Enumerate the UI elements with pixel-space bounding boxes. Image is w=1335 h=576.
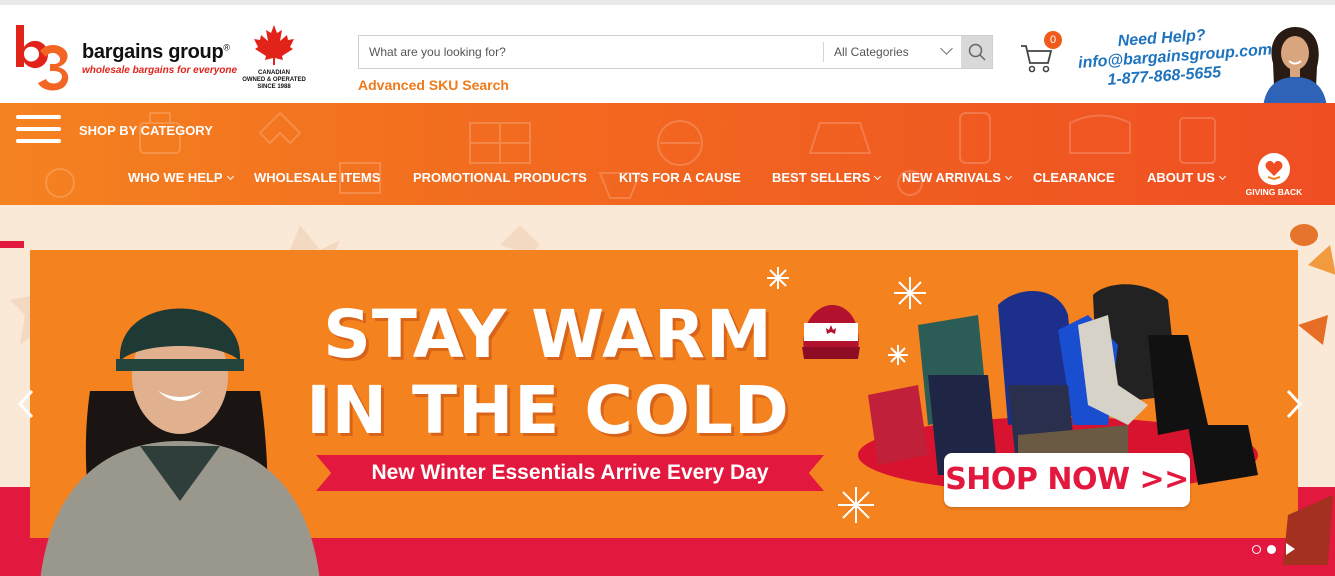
cart-count-badge: 0 — [1044, 31, 1062, 49]
brand-tagline: wholesale bargains for everyone — [82, 65, 238, 76]
chevron-down-icon — [1004, 172, 1012, 181]
help-contact: Need Help? info@bargainsgroup.com 1-877-… — [1076, 23, 1273, 92]
advanced-sku-search-link[interactable]: Advanced SKU Search — [358, 77, 509, 93]
giving-back-link[interactable]: GIVING BACK — [1240, 153, 1308, 197]
chevron-down-icon — [940, 42, 953, 55]
chevron-down-icon — [1218, 172, 1226, 181]
play-icon[interactable] — [1286, 543, 1295, 555]
nav-item-clearance[interactable]: CLEARANCE — [1033, 170, 1115, 185]
carousel-dot-2[interactable] — [1267, 544, 1276, 554]
search-input[interactable] — [359, 36, 821, 68]
category-select[interactable]: All Categories — [823, 42, 963, 62]
canada-badge-line-2: OWNED & OPERATED — [242, 77, 306, 83]
menu-hamburger-icon[interactable] — [16, 115, 61, 143]
nav-item-who-we-help[interactable]: WHO WE HELP — [128, 170, 234, 185]
chevron-down-icon — [874, 172, 882, 181]
nav-item-kits-for-a-cause[interactable]: KITS FOR A CAUSE — [619, 170, 741, 185]
nav-item-new-arrivals[interactable]: NEW ARRIVALS — [902, 170, 1012, 185]
nav-item-about-us[interactable]: ABOUT US — [1147, 170, 1226, 185]
support-agent-avatar — [1255, 23, 1333, 108]
search-button[interactable] — [961, 36, 992, 68]
hero-ribbon: New Winter Essentials Arrive Every Day — [316, 455, 824, 491]
main-navigation: SHOP BY CATEGORY WHO WE HELP WHOLESALE I… — [0, 103, 1335, 205]
carousel-next-button[interactable] — [1282, 387, 1306, 421]
search-icon — [968, 43, 986, 61]
canada-badge-line-3: SINCE 1988 — [257, 84, 291, 90]
brand-logo[interactable]: bargains group® wholesale bargains for e… — [10, 21, 240, 93]
chevron-left-icon — [17, 389, 34, 419]
carousel-dot-1[interactable] — [1252, 544, 1261, 554]
heart-hand-icon — [1258, 153, 1290, 185]
carousel-prev-button[interactable] — [14, 387, 38, 421]
canada-badge-line-1: CANADIAN — [258, 70, 290, 76]
nav-background-pattern — [45, 111, 1216, 199]
cart-button[interactable]: 0 — [1020, 31, 1064, 75]
carousel-indicators — [1252, 543, 1295, 555]
nav-item-best-sellers[interactable]: BEST SELLERS — [772, 170, 882, 185]
nav-item-wholesale-items[interactable]: WHOLESALE ITEMS — [254, 170, 380, 185]
chevron-down-icon — [226, 172, 234, 181]
maple-leaf-icon — [254, 25, 294, 65]
shop-by-category-link[interactable]: SHOP BY CATEGORY — [79, 123, 213, 138]
brand-name: bargains group® — [82, 41, 230, 63]
site-header: bargains group® wholesale bargains for e… — [0, 5, 1335, 108]
hero-carousel: STAY WARM IN THE COLD New Winter Essenti… — [0, 205, 1335, 576]
shop-now-button[interactable]: SHOP NOW >> — [944, 453, 1190, 507]
nav-item-promotional-products[interactable]: PROMOTIONAL PRODUCTS — [413, 170, 587, 185]
search-bar: All Categories — [358, 35, 993, 69]
bg-logo-icon — [16, 25, 69, 91]
category-select-value: All Categories — [834, 45, 909, 59]
chevron-right-icon — [1286, 389, 1303, 419]
canadian-owned-badge: CANADIAN OWNED & OPERATED SINCE 1988 — [236, 23, 312, 91]
giving-back-label: GIVING BACK — [1245, 187, 1303, 197]
